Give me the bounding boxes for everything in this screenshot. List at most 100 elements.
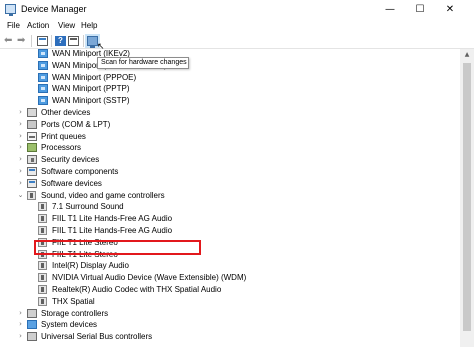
highlight-annotation (34, 240, 201, 255)
tree-item-label: Intel(R) Display Audio (52, 261, 129, 271)
tree-item-fiil-t1-lite-hands-free-ag-audio[interactable]: FIIL T1 Lite Hands-Free AG Audio (0, 225, 455, 236)
tooltip: Scan for hardware changes (97, 57, 189, 69)
expand-arrow-icon[interactable]: › (17, 154, 24, 165)
system-device-icon (27, 320, 37, 330)
net-device-icon (38, 49, 48, 58)
usb-device-icon (27, 332, 37, 342)
expand-arrow-icon[interactable]: › (17, 119, 24, 130)
tree-category-storage-controllers[interactable]: › Storage controllers (0, 308, 455, 319)
tree-item-label: Ports (COM & LPT) (41, 119, 111, 129)
tree-item-realtek-r-audio-codec-with-thx-spatial-audio[interactable]: Realtek(R) Audio Codec with THX Spatial … (0, 284, 455, 295)
update-driver-icon[interactable] (68, 36, 79, 46)
mouse-cursor-icon: ↖ (97, 42, 105, 52)
storage-device-icon (27, 308, 37, 318)
tree-item-wan-miniport-ikev2[interactable]: WAN Miniport (IKEv2) (0, 49, 455, 59)
tree-item-label: FIIL T1 Lite Hands-Free AG Audio (52, 226, 173, 235)
cpu-device-icon (27, 143, 37, 153)
tree-category-security-devices[interactable]: › Security devices (0, 154, 455, 165)
tree-item-fiil-t1-lite-hands-free-ag-audio[interactable]: FIIL T1 Lite Hands-Free AG Audio (0, 213, 455, 224)
toolbar: ⬅ ➡ ? (0, 33, 474, 49)
expand-arrow-icon[interactable]: › (17, 319, 24, 330)
forward-icon[interactable]: ➡ (17, 36, 28, 46)
expand-arrow-icon[interactable]: › (17, 331, 24, 342)
sound-device-icon (38, 273, 47, 283)
back-icon[interactable]: ⬅ (4, 36, 15, 46)
maximize-button[interactable]: ☐ (406, 0, 434, 19)
tree-category-universal-serial-bus-controllers[interactable]: › Universal Serial Bus controllers (0, 331, 455, 342)
scrollbar-thumb[interactable] (463, 63, 471, 331)
menu-help[interactable]: Help (81, 21, 97, 30)
tree-item-label: Processors (41, 143, 82, 153)
tree-category-sound-video-game[interactable]: ⌄ Sound, video and game controllers (0, 190, 455, 201)
expand-arrow-icon[interactable]: › (17, 308, 24, 319)
vertical-scrollbar[interactable]: ▲ (460, 49, 474, 347)
net-device-icon (38, 60, 48, 70)
expand-arrow-icon[interactable]: › (17, 131, 24, 142)
tree-item-label: Storage controllers (41, 308, 109, 318)
toolbar-separator (83, 35, 84, 47)
tree-item-label: Software components (41, 167, 119, 176)
minimize-button[interactable]: — (376, 0, 404, 19)
close-button[interactable]: ✕ (436, 0, 464, 19)
tree-category-ports-com-lpt[interactable]: › Ports (COM & LPT) (0, 119, 455, 130)
tree-category-other-devices[interactable]: › Other devices (0, 107, 455, 118)
sound-device-icon (38, 261, 47, 271)
sound-device-icon (38, 296, 47, 306)
sound-device-icon (38, 285, 47, 294)
security-device-icon (27, 155, 37, 165)
tree-item-thx-spatial[interactable]: THX Spatial (0, 296, 455, 307)
expand-arrow-icon[interactable]: › (17, 107, 24, 118)
menu-bar: File Action View Help (0, 19, 474, 33)
collapse-arrow-icon[interactable]: ⌄ (17, 190, 24, 201)
device-tree[interactable]: WAN Miniport (IKEv2)WAN Miniport (Networ… (0, 49, 460, 347)
software-device-icon (27, 178, 37, 188)
tree-category-processors[interactable]: › Processors (0, 142, 455, 153)
net-device-icon (38, 96, 48, 106)
sound-device-icon (27, 190, 36, 200)
tree-item-nvidia-virtual-audio-device-wave-extensible-wdm[interactable]: NVIDIA Virtual Audio Device (Wave Extens… (0, 272, 455, 283)
menu-view[interactable]: View (58, 21, 75, 30)
tree-item-intel-r-display-audio[interactable]: Intel(R) Display Audio (0, 260, 455, 271)
software-device-icon (27, 167, 37, 176)
tree-item-wan-miniport-pptp[interactable]: WAN Miniport (PPTP) (0, 83, 455, 94)
tree-item-label: Print queues (41, 131, 86, 141)
expand-arrow-icon[interactable]: › (17, 142, 24, 153)
port-device-icon (27, 119, 37, 129)
net-device-icon (38, 72, 48, 82)
tree-item-label: System devices (41, 320, 98, 330)
tree-item-label: Security devices (41, 155, 100, 165)
tree-item-label: 7.1 Surround Sound (52, 202, 124, 212)
menu-file[interactable]: File (7, 21, 20, 30)
tree-category-software-devices[interactable]: › Software devices (0, 178, 455, 189)
tree-category-system-devices[interactable]: › System devices (0, 319, 455, 330)
toolbar-separator (51, 35, 52, 47)
scroll-up-icon[interactable]: ▲ (460, 49, 474, 61)
tree-item-label: Other devices (41, 108, 91, 117)
expand-arrow-icon[interactable]: › (17, 178, 24, 189)
tree-item-label: Software devices (41, 178, 102, 188)
properties-icon[interactable] (37, 36, 48, 46)
toolbar-separator (31, 35, 32, 47)
tree-item-label: Realtek(R) Audio Codec with THX Spatial … (52, 285, 222, 294)
tree-item-wan-miniport-sstp[interactable]: WAN Miniport (SSTP) (0, 95, 455, 106)
sound-device-icon (38, 214, 47, 224)
net-device-icon (38, 84, 48, 94)
device-manager-icon (5, 4, 16, 16)
tree-category-print-queues[interactable]: › Print queues (0, 131, 455, 142)
sound-device-icon (38, 226, 47, 235)
tree-item-label: WAN Miniport (PPPOE) (52, 72, 137, 82)
tree-item-label: FIIL T1 Lite Hands-Free AG Audio (52, 214, 173, 224)
tree-item-wan-miniport-pppoe[interactable]: WAN Miniport (PPPOE) (0, 72, 455, 83)
tree-item-label: NVIDIA Virtual Audio Device (Wave Extens… (52, 273, 247, 283)
expand-arrow-icon[interactable]: › (17, 166, 24, 177)
menu-action[interactable]: Action (27, 21, 49, 30)
tree-category-software-components[interactable]: › Software components (0, 166, 455, 177)
window-title: Device Manager (21, 4, 87, 14)
tree-item-7-1-surround-sound[interactable]: 7.1 Surround Sound (0, 201, 455, 212)
title-bar: Device Manager — ☐ ✕ (0, 0, 474, 19)
tree-item-label: THX Spatial (52, 296, 95, 306)
tree-item-label: WAN Miniport (PPTP) (52, 84, 130, 94)
tree-item-label: WAN Miniport (SSTP) (52, 96, 130, 106)
help-icon[interactable]: ? (55, 36, 66, 46)
tree-item-wan-miniport-network-monitor[interactable]: WAN Miniport (Network Monitor) (0, 60, 455, 71)
